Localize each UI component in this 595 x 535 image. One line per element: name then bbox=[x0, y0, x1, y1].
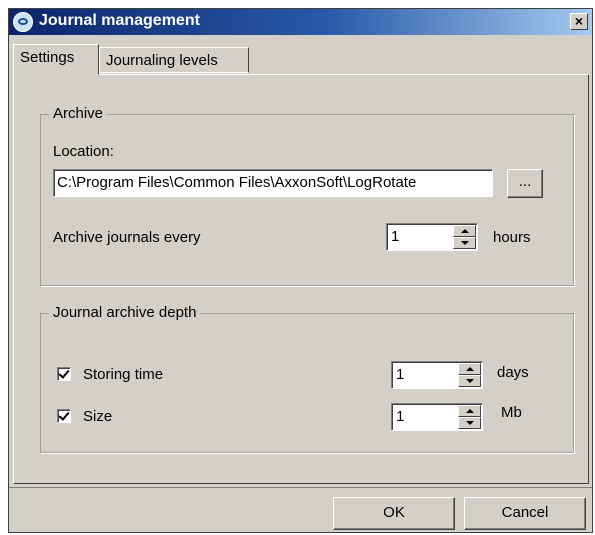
app-icon bbox=[13, 12, 33, 32]
storing-time-spinner[interactable]: 1 bbox=[391, 361, 483, 389]
size-label: Size bbox=[83, 408, 113, 425]
browse-button[interactable]: ... bbox=[507, 169, 543, 198]
journal-archive-depth-legend: Journal archive depth bbox=[49, 304, 201, 321]
spin-up-icon[interactable] bbox=[458, 405, 481, 417]
window-title: Journal management bbox=[39, 12, 200, 29]
location-label: Location: bbox=[53, 143, 114, 160]
location-field[interactable]: C:\Program Files\Common Files\AxxonSoft\… bbox=[53, 169, 493, 197]
size-spinner[interactable]: 1 bbox=[391, 403, 483, 431]
storing-time-label: Storing time bbox=[83, 366, 164, 383]
spin-up-icon[interactable] bbox=[458, 363, 481, 375]
size-value: 1 bbox=[396, 408, 405, 425]
days-unit-label: days bbox=[497, 364, 529, 381]
tab-settings[interactable]: Settings bbox=[13, 44, 99, 75]
spin-down-icon[interactable] bbox=[458, 417, 481, 429]
spin-down-icon[interactable] bbox=[453, 237, 476, 249]
storing-time-checkbox[interactable] bbox=[57, 367, 71, 381]
archive-hours-spinner[interactable]: 1 bbox=[386, 223, 478, 251]
settings-panel: Archive Location: C:\Program Files\Commo… bbox=[13, 74, 589, 484]
mb-unit-label: Mb bbox=[501, 404, 522, 421]
journal-archive-depth-group: Journal archive depth Storing time 1 day… bbox=[40, 304, 574, 453]
archive-group: Archive Location: C:\Program Files\Commo… bbox=[40, 105, 574, 286]
close-button[interactable]: × bbox=[570, 13, 588, 30]
ok-button[interactable]: OK bbox=[333, 497, 455, 530]
journal-management-dialog: Journal management × Settings Journaling… bbox=[8, 8, 593, 533]
title-bar[interactable]: Journal management × bbox=[9, 9, 592, 35]
storing-time-value: 1 bbox=[396, 366, 405, 383]
tab-journaling-levels[interactable]: Journaling levels bbox=[99, 47, 249, 73]
spin-down-icon[interactable] bbox=[458, 375, 481, 387]
archive-every-label: Archive journals every bbox=[53, 229, 201, 246]
archive-legend: Archive bbox=[49, 105, 108, 122]
spin-up-icon[interactable] bbox=[453, 225, 476, 237]
archive-hours-value: 1 bbox=[391, 228, 400, 245]
button-bar-divider bbox=[9, 487, 592, 488]
size-checkbox[interactable] bbox=[57, 409, 71, 423]
cancel-button[interactable]: Cancel bbox=[464, 497, 586, 530]
hours-unit-label: hours bbox=[493, 229, 531, 246]
